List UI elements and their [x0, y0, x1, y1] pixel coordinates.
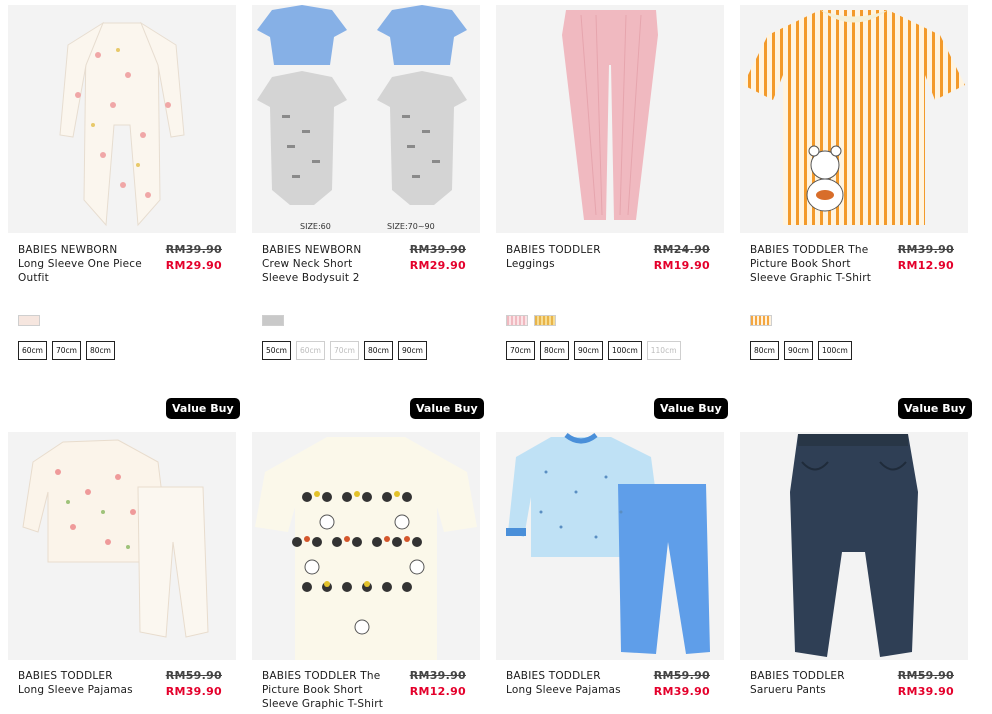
product-name[interactable]: BABIES TODDLER Long Sleeve Pajamas — [18, 669, 158, 697]
color-swatch[interactable] — [262, 315, 284, 326]
product-name[interactable]: BABIES NEWBORN Crew Neck Short Sleeve Bo… — [262, 243, 402, 285]
size-option[interactable]: 100cm — [608, 341, 642, 360]
color-swatches — [506, 315, 556, 326]
size-option[interactable]: 100cm — [818, 341, 852, 360]
color-swatch[interactable] — [750, 315, 772, 326]
size-option[interactable]: 70cm — [52, 341, 81, 360]
color-swatch[interactable] — [18, 315, 40, 326]
color-swatch[interactable] — [534, 315, 556, 326]
size-list: 60cm 70cm 80cm — [18, 341, 115, 360]
product-name[interactable]: BABIES NEWBORN Long Sleeve One Piece Out… — [18, 243, 158, 285]
original-price: RM24.90 — [653, 243, 710, 256]
original-price: RM39.90 — [409, 243, 466, 256]
product-image[interactable]: SIZE:60 SIZE:70~90 — [252, 5, 480, 233]
size-list: 80cm 90cm 100cm — [750, 341, 852, 360]
product-image[interactable] — [496, 432, 724, 660]
color-swatches — [18, 315, 40, 326]
original-price: RM39.90 — [897, 243, 954, 256]
product-name[interactable]: BABIES TODDLER Leggings — [506, 243, 646, 271]
sale-price: RM29.90 — [165, 259, 222, 272]
size-option[interactable]: 90cm — [398, 341, 427, 360]
original-price: RM59.90 — [165, 669, 222, 682]
original-price: RM39.90 — [165, 243, 222, 256]
original-price: RM59.90 — [897, 669, 954, 682]
value-buy-badge: Value Buy — [410, 398, 484, 419]
sale-price: RM12.90 — [409, 685, 466, 698]
color-swatch[interactable] — [506, 315, 528, 326]
size-option-unavailable: 110cm — [646, 341, 681, 360]
product-image[interactable] — [496, 5, 724, 233]
product-name[interactable]: BABIES TODDLER Sarueru Pants — [750, 669, 890, 697]
sale-price: RM39.90 — [653, 685, 710, 698]
image-caption: SIZE:60 — [300, 222, 331, 231]
product-image[interactable] — [8, 5, 236, 233]
size-option[interactable]: 70cm — [506, 341, 535, 360]
sale-price: RM39.90 — [897, 685, 954, 698]
original-price: RM39.90 — [409, 669, 466, 682]
product-name[interactable]: BABIES TODDLER Long Sleeve Pajamas — [506, 669, 646, 697]
size-option[interactable]: 80cm — [86, 341, 115, 360]
size-list: 70cm 80cm 90cm 100cm 110cm — [506, 341, 681, 360]
size-option[interactable]: 90cm — [574, 341, 603, 360]
image-caption: SIZE:70~90 — [387, 222, 435, 231]
sale-price: RM29.90 — [409, 259, 466, 272]
color-swatches — [750, 315, 772, 326]
product-image[interactable] — [740, 5, 968, 233]
original-price: RM59.90 — [653, 669, 710, 682]
value-buy-badge: Value Buy — [898, 398, 972, 419]
product-image[interactable] — [252, 432, 480, 660]
size-option-unavailable: 70cm — [330, 341, 359, 360]
size-option[interactable]: 50cm — [262, 341, 291, 360]
color-swatches — [262, 315, 284, 326]
size-list: 50cm 60cm 70cm 80cm 90cm — [262, 341, 427, 360]
size-option[interactable]: 80cm — [540, 341, 569, 360]
size-option[interactable]: 90cm — [784, 341, 813, 360]
value-buy-badge: Value Buy — [654, 398, 728, 419]
size-option[interactable]: 80cm — [750, 341, 779, 360]
sale-price: RM19.90 — [653, 259, 710, 272]
value-buy-badge: Value Buy — [166, 398, 240, 419]
size-option[interactable]: 60cm — [18, 341, 47, 360]
size-option-unavailable: 60cm — [296, 341, 325, 360]
sale-price: RM39.90 — [165, 685, 222, 698]
sale-price: RM12.90 — [897, 259, 954, 272]
size-option[interactable]: 80cm — [364, 341, 393, 360]
product-image[interactable] — [8, 432, 236, 660]
product-name[interactable]: BABIES TODDLER The Picture Book Short Sl… — [262, 669, 402, 711]
product-image[interactable] — [740, 432, 968, 660]
product-name[interactable]: BABIES TODDLER The Picture Book Short Sl… — [750, 243, 890, 285]
